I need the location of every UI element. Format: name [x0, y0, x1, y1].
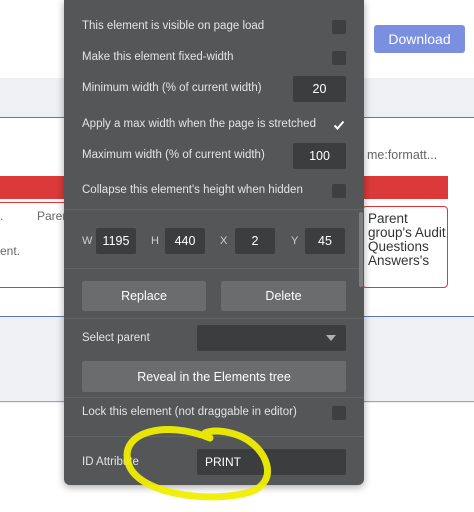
- lock-element-checkbox[interactable]: [332, 406, 346, 420]
- right-red-header-bar: [362, 176, 448, 199]
- y-input[interactable]: 45: [305, 228, 345, 254]
- panel-divider: [64, 209, 364, 210]
- replace-button[interactable]: Replace: [82, 281, 206, 311]
- width-input[interactable]: 1195: [96, 228, 136, 254]
- lock-element-label: Lock this element (not draggable in edit…: [82, 406, 297, 418]
- right-format-text: me:formatt...: [367, 148, 438, 162]
- select-parent-dropdown[interactable]: [197, 325, 346, 351]
- panel-divider: [64, 268, 364, 269]
- fixed-width-checkbox[interactable]: [332, 51, 346, 65]
- select-parent-label: Select parent: [82, 332, 150, 344]
- left-cell-text-2: ent.: [0, 244, 21, 258]
- collapse-height-checkbox[interactable]: [332, 184, 346, 198]
- id-attribute-label: ID Attribute: [82, 456, 139, 468]
- property-editor-panel: This element is visible on page load Mak…: [64, 0, 364, 485]
- x-input[interactable]: 2: [235, 228, 275, 254]
- checkmark-icon: [333, 120, 345, 130]
- max-width-checkbox[interactable]: [332, 118, 346, 132]
- panel-divider: [64, 318, 364, 319]
- id-attribute-input[interactable]: PRINT: [197, 449, 346, 475]
- delete-button[interactable]: Delete: [221, 281, 346, 311]
- collapse-height-label: Collapse this element's height when hidd…: [82, 184, 303, 196]
- left-red-header-bar: [0, 176, 68, 199]
- left-cell-text: .: [0, 209, 4, 223]
- min-width-label: Minimum width (% of current width): [82, 82, 262, 94]
- fixed-width-label: Make this element fixed-width: [82, 51, 234, 63]
- y-label: Y: [291, 235, 299, 247]
- min-width-input[interactable]: 20: [293, 76, 346, 102]
- visible-on-load-checkbox[interactable]: [332, 20, 346, 34]
- width-label: W: [82, 235, 93, 247]
- panel-scrollbar[interactable]: [359, 212, 363, 287]
- max-width-label: Maximum width (% of current width): [82, 149, 265, 161]
- right-parent-text: Parent group's Audit Questions Answers's: [368, 211, 446, 268]
- panel-divider: [64, 436, 364, 437]
- max-width-input[interactable]: 100: [293, 143, 346, 169]
- height-input[interactable]: 440: [165, 228, 205, 254]
- max-width-toggle-label: Apply a max width when the page is stret…: [82, 118, 316, 130]
- visible-on-load-label: This element is visible on page load: [82, 20, 265, 32]
- download-button[interactable]: Download: [374, 25, 465, 53]
- x-label: X: [220, 235, 228, 247]
- reveal-in-elements-tree-button[interactable]: Reveal in the Elements tree: [82, 361, 346, 392]
- panel-divider: [64, 397, 364, 398]
- chevron-down-icon: [326, 335, 336, 341]
- height-label: H: [151, 235, 159, 247]
